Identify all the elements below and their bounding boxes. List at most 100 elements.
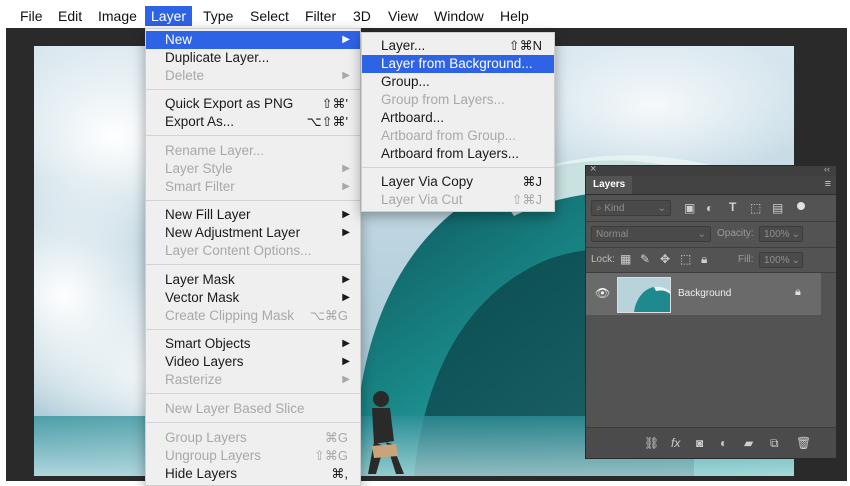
filter-kind-select[interactable]: ⌕ Kind ⌄ [591,200,671,216]
menu-item-layer-mask[interactable]: Layer Mask ▶ [146,271,360,289]
menu-item-group[interactable]: Group... [362,73,554,91]
close-icon[interactable]: × [590,163,596,175]
eye-icon[interactable]: 👁︎ [595,286,610,300]
pixel-filter-icon[interactable]: ▣ [684,201,695,215]
menu-item-label: Rename Layer... [165,143,265,158]
opacity-field[interactable]: 100% ⌄ [759,226,803,242]
submenu-arrow-icon: ▶ [342,292,350,303]
panel-menu-icon[interactable]: ≡ [825,178,831,190]
menu-separator [146,135,360,136]
menu-separator [362,167,554,168]
adjustment-filter-icon[interactable]: ◐ [706,201,713,215]
menu-item-label: Layer from Background... [381,56,533,71]
trash-icon[interactable]: 🗑︎ [796,436,811,450]
menu-layer[interactable]: Layer [145,6,193,26]
shortcut-label: ⌥⇧⌘' [306,114,348,129]
type-filter-icon[interactable]: T [729,200,736,214]
divider [586,221,836,222]
chevron-down-icon: ⌄ [791,255,800,266]
fx-icon[interactable]: fx [671,436,680,450]
shape-filter-icon[interactable]: ⬚ [750,201,761,215]
menu-bar: File Edit Image Layer Type Select Filter… [0,0,850,28]
chevron-down-icon: ⌄ [791,229,800,240]
menu-item-new[interactable]: New ▶ [146,31,360,49]
layers-bottom-toolbar: ⛓︎ fx ◙ ◐ ▰ ⧉ 🗑︎ [586,427,836,458]
submenu-arrow-icon: ▶ [342,181,350,192]
lock-icon: 🔒︎ [795,286,801,298]
menu-item-new-adjustment-layer[interactable]: New Adjustment Layer ▶ [146,224,360,242]
shortcut-label: ⌘, [331,466,348,481]
menu-separator [146,89,360,90]
menu-item-label: Layer Style [165,161,233,176]
menu-item-label: Smart Filter [165,179,235,194]
submenu-arrow-icon: ▶ [342,163,350,174]
add-mask-icon[interactable]: ◙ [696,436,703,450]
layer-row-background[interactable]: 👁︎ Background 🔒︎ [586,273,821,315]
menu-help[interactable]: Help [494,6,535,26]
lock-transparent-icon[interactable]: ▦ [620,252,631,266]
submenu-arrow-icon: ▶ [342,274,350,285]
menu-separator [146,200,360,201]
menu-separator [146,264,360,265]
menu-item-export-as[interactable]: Export As... ⌥⇧⌘' [146,113,360,131]
menu-item-duplicate-layer[interactable]: Duplicate Layer... [146,49,360,67]
smart-object-filter-icon[interactable]: ▤ [772,201,783,215]
menu-item-layer-style: Layer Style ▶ [146,160,360,178]
shortcut-label: ⌘G [324,430,348,445]
menu-image[interactable]: Image [92,6,143,26]
menu-item-label: Video Layers [165,354,244,369]
fill-field[interactable]: 100% ⌄ [759,252,803,268]
lock-artboard-icon[interactable]: ⬚ [680,252,691,266]
menu-item-smart-objects[interactable]: Smart Objects ▶ [146,335,360,353]
menu-item-label: Layer Mask [165,272,235,287]
menu-3d[interactable]: 3D [347,6,377,26]
menu-item-label: Layer Via Cut [381,192,463,207]
menu-item-label: Ungroup Layers [165,448,262,463]
menu-item-hide-layers[interactable]: Hide Layers ⌘, [146,465,360,483]
filter-toggle-icon[interactable] [797,202,805,210]
menu-item-delete: Delete ▶ [146,67,360,85]
menu-filter[interactable]: Filter [299,6,342,26]
menu-item-video-layers[interactable]: Video Layers ▶ [146,353,360,371]
menu-select[interactable]: Select [244,6,295,26]
blend-mode-select[interactable]: Normal ⌄ [591,226,711,242]
menu-item-layer-from-background[interactable]: Layer from Background... [362,55,554,73]
new-group-icon[interactable]: ▰ [744,436,753,450]
chevron-down-icon: ⌄ [697,229,706,240]
lock-image-icon[interactable]: ✎ [640,252,650,266]
new-layer-icon[interactable]: ⧉ [770,436,779,451]
menu-item-layer-via-copy[interactable]: Layer Via Copy ⌘J [362,173,554,191]
menu-view[interactable]: View [382,6,424,26]
submenu-arrow-icon: ▶ [342,356,350,367]
menu-item-label: Layer Content Options... [165,243,312,258]
menu-item-label: Hide Layers [165,466,238,481]
menu-item-new-fill-layer[interactable]: New Fill Layer ▶ [146,206,360,224]
adjustment-layer-icon[interactable]: ◐ [720,436,727,450]
menu-item-artboard[interactable]: Artboard... [362,109,554,127]
menu-separator [146,329,360,330]
layer-name[interactable]: Background [678,288,731,299]
menu-window[interactable]: Window [428,6,490,26]
filter-kind-label: Kind [604,203,625,214]
lock-position-icon[interactable]: ✥ [660,252,670,266]
tab-layers[interactable]: Layers [586,176,633,194]
lock-all-icon[interactable]: 🔒︎ [701,252,707,267]
menu-item-label: Artboard... [381,110,445,125]
menu-item-artboard-from-layers[interactable]: Artboard from Layers... [362,145,554,163]
collapse-icon[interactable]: ‹‹ [824,164,830,174]
submenu-arrow-icon: ▶ [342,34,350,45]
panel-title-bar: × ‹‹ [586,163,836,176]
opacity-label: Opacity: [717,228,754,239]
menu-item-label: New [165,32,193,47]
menu-item-group-layers: Group Layers ⌘G [146,429,360,447]
menu-item-quick-export[interactable]: Quick Export as PNG ⇧⌘' [146,95,360,113]
menu-type[interactable]: Type [197,6,239,26]
menu-file[interactable]: File [14,6,49,26]
link-layers-icon[interactable]: ⛓︎ [644,436,659,450]
layers-panel: × ‹‹ Layers ≡ ⌕ Kind ⌄ ▣ ◐ T ⬚ ▤ Normal … [585,163,837,459]
menu-edit[interactable]: Edit [52,6,88,26]
shortcut-label: ⇧⌘N [508,38,542,53]
menu-item-layer[interactable]: Layer... ⇧⌘N [362,37,554,55]
shortcut-label: ⌥⌘G [309,308,348,323]
menu-item-vector-mask[interactable]: Vector Mask ▶ [146,289,360,307]
